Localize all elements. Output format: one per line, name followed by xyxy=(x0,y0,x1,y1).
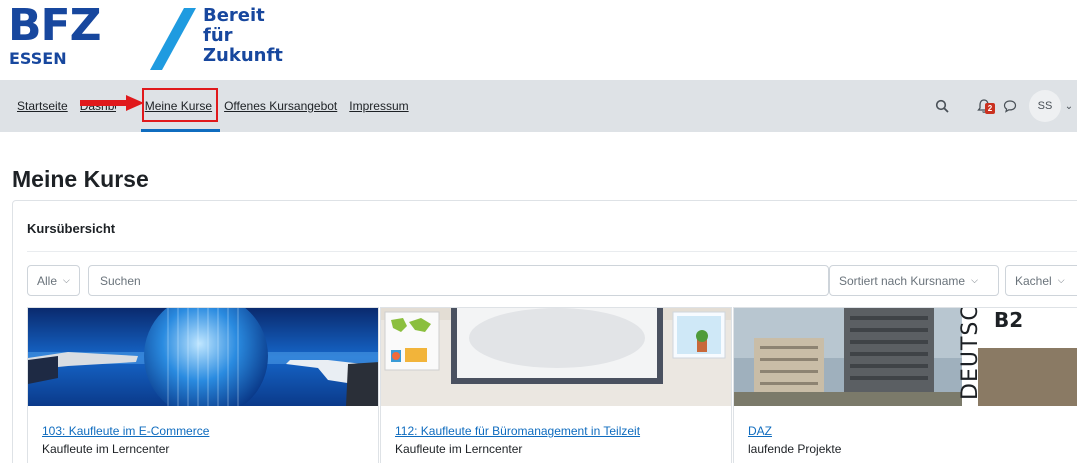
notification-count-badge: 2 xyxy=(985,103,995,114)
b2-label: B2 xyxy=(994,308,1024,332)
user-avatar[interactable]: SS xyxy=(1029,90,1061,122)
grouping-dropdown[interactable]: Alle ⌵ xyxy=(27,265,80,296)
sort-dropdown-label: Sortiert nach Kursname xyxy=(839,273,966,288)
course-title-link[interactable]: 112: Kaufleute für Büromanagement in Tei… xyxy=(395,424,640,438)
logo-claim-line: Zukunft xyxy=(203,45,283,66)
sort-dropdown[interactable]: Sortiert nach Kursname ⌵ xyxy=(829,265,999,296)
course-card[interactable]: 103: Kaufleute im E-Commerce Kaufleute i… xyxy=(27,307,379,463)
divider xyxy=(27,251,1077,252)
course-overview-block: Kursübersicht Alle ⌵ Sortiert nach Kursn… xyxy=(12,200,1077,463)
chevron-down-icon[interactable]: ⌄ xyxy=(1061,101,1077,112)
active-nav-indicator xyxy=(141,129,220,132)
logo-claim-line: Bereit xyxy=(203,5,265,26)
chevron-down-icon: ⌵ xyxy=(1057,275,1065,285)
chevron-down-icon: ⌵ xyxy=(63,275,70,285)
course-image[interactable] xyxy=(381,308,731,406)
logo-location: ESSEN xyxy=(9,49,67,68)
search-icon[interactable] xyxy=(927,91,957,121)
view-dropdown-label: Kachel xyxy=(1015,273,1052,288)
grouping-dropdown-label: Alle xyxy=(37,273,58,288)
chat-icon[interactable] xyxy=(999,91,1021,121)
course-category: laufende Projekte xyxy=(748,442,842,456)
logo-claim: Bereit für Zukunft xyxy=(203,6,283,66)
nav-links: Startseite Dashboard Meine Kurse Offenes… xyxy=(17,80,421,132)
logo-claim-line: für xyxy=(203,25,233,46)
course-search-input[interactable] xyxy=(88,265,829,296)
course-card[interactable]: DEUTSCH B2 DAZ laufende Projekte xyxy=(733,307,1077,463)
course-category: Kaufleute im Lerncenter xyxy=(42,442,170,456)
course-image[interactable]: DEUTSCH B2 xyxy=(734,308,1077,406)
logo-slash-icon xyxy=(150,8,196,70)
course-filter-bar: Alle ⌵ Sortiert nach Kursname ⌵ Kachel ⌵ xyxy=(27,265,1077,297)
course-card[interactable]: 112: Kaufleute für Büromanagement in Tei… xyxy=(380,307,732,463)
view-dropdown[interactable]: Kachel ⌵ xyxy=(1005,265,1077,296)
nav-item-startseite[interactable]: Startseite xyxy=(17,99,68,113)
navbar-user-area: 2 SS ⌄ xyxy=(927,80,1077,132)
nav-item-impressum[interactable]: Impressum xyxy=(349,99,408,113)
block-title: Kursübersicht xyxy=(27,221,116,236)
site-logo[interactable]: BFZ ESSEN Bereit für Zukunft xyxy=(0,0,1077,80)
course-category: Kaufleute im Lerncenter xyxy=(395,442,523,456)
course-image[interactable] xyxy=(28,308,378,406)
course-title-link[interactable]: DAZ xyxy=(748,424,772,438)
notifications-button[interactable]: 2 xyxy=(969,91,999,121)
nav-item-offenes-kursangebot[interactable]: Offenes Kursangebot xyxy=(224,99,337,113)
logo-brand: BFZ xyxy=(8,0,101,51)
deutsch-label: DEUTSCH xyxy=(958,308,983,400)
page-title: Meine Kurse xyxy=(12,166,149,192)
chevron-down-icon: ⌵ xyxy=(971,275,978,285)
course-title-link[interactable]: 103: Kaufleute im E-Commerce xyxy=(42,424,209,438)
highlight-annotation xyxy=(142,88,218,122)
red-arrow-annotation-icon xyxy=(80,95,144,111)
